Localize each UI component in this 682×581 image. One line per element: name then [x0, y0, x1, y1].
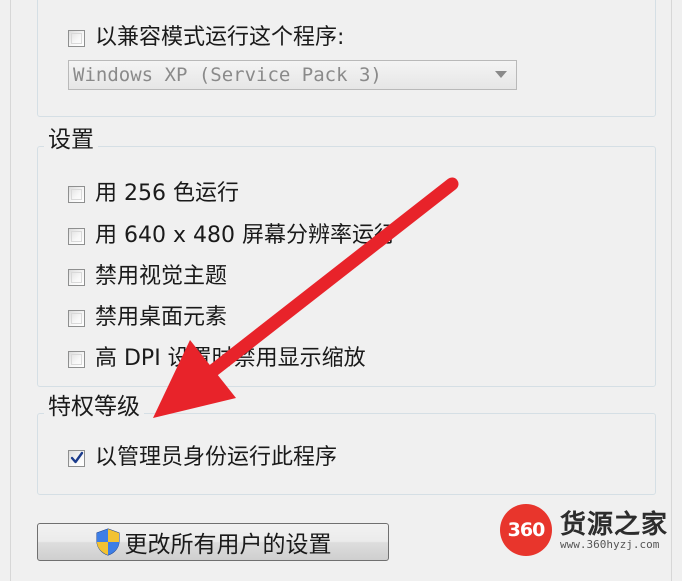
window-left-border [0, 0, 11, 581]
change-all-users-settings-button[interactable]: 更改所有用户的设置 [37, 523, 389, 561]
watermark: 360 货源之家 www.360hyzj.com [500, 500, 682, 562]
window-right-border [671, 0, 682, 581]
os-version-select[interactable]: Windows XP (Service Pack 3) [68, 60, 517, 90]
compat-mode-label: 以兼容模式运行这个程序: [95, 25, 345, 50]
settings-item-desktop-composition[interactable]: 禁用桌面元素 [68, 303, 227, 333]
os-version-value: Windows XP (Service Pack 3) [73, 64, 382, 86]
settings-item-label: 用 256 色运行 [95, 181, 239, 206]
run-as-admin-checkbox[interactable] [68, 449, 85, 467]
compat-mode-group [37, 0, 656, 117]
settings-item-640x480[interactable]: 用 640 x 480 屏幕分辨率运行 [68, 221, 396, 251]
settings-item-label: 用 640 x 480 屏幕分辨率运行 [95, 223, 396, 248]
run-as-admin-row[interactable]: 以管理员身份运行此程序 [68, 443, 337, 473]
watermark-logo: 360 [500, 504, 552, 556]
change-all-users-settings-label: 更改所有用户的设置 [124, 532, 332, 558]
watermark-brand: 货源之家 [560, 510, 669, 540]
chevron-down-icon[interactable] [486, 61, 516, 89]
settings-item-visual-themes[interactable]: 禁用视觉主题 [68, 262, 227, 292]
compat-mode-checkbox[interactable] [68, 29, 85, 47]
settings-item-256-colors[interactable]: 用 256 色运行 [68, 179, 239, 209]
settings-group-title: 设置 [44, 125, 98, 155]
compat-mode-checkbox-row[interactable]: 以兼容模式运行这个程序: [68, 23, 344, 53]
checkbox[interactable] [68, 350, 85, 368]
settings-item-dpi-scaling[interactable]: 高 DPI 设置时禁用显示缩放 [68, 344, 366, 374]
watermark-url: www.360hyzj.com [560, 538, 660, 551]
settings-item-label: 禁用视觉主题 [95, 264, 228, 289]
settings-item-label: 禁用桌面元素 [95, 305, 228, 330]
checkbox[interactable] [68, 309, 85, 327]
uac-shield-icon [96, 528, 119, 556]
checkbox[interactable] [68, 268, 85, 286]
privilege-level-group-title: 特权等级 [44, 392, 144, 422]
checkbox[interactable] [68, 185, 85, 203]
checkbox[interactable] [68, 227, 85, 245]
run-as-admin-label: 以管理员身份运行此程序 [95, 445, 338, 470]
settings-item-label: 高 DPI 设置时禁用显示缩放 [95, 346, 366, 371]
checkmark-icon [70, 451, 84, 463]
